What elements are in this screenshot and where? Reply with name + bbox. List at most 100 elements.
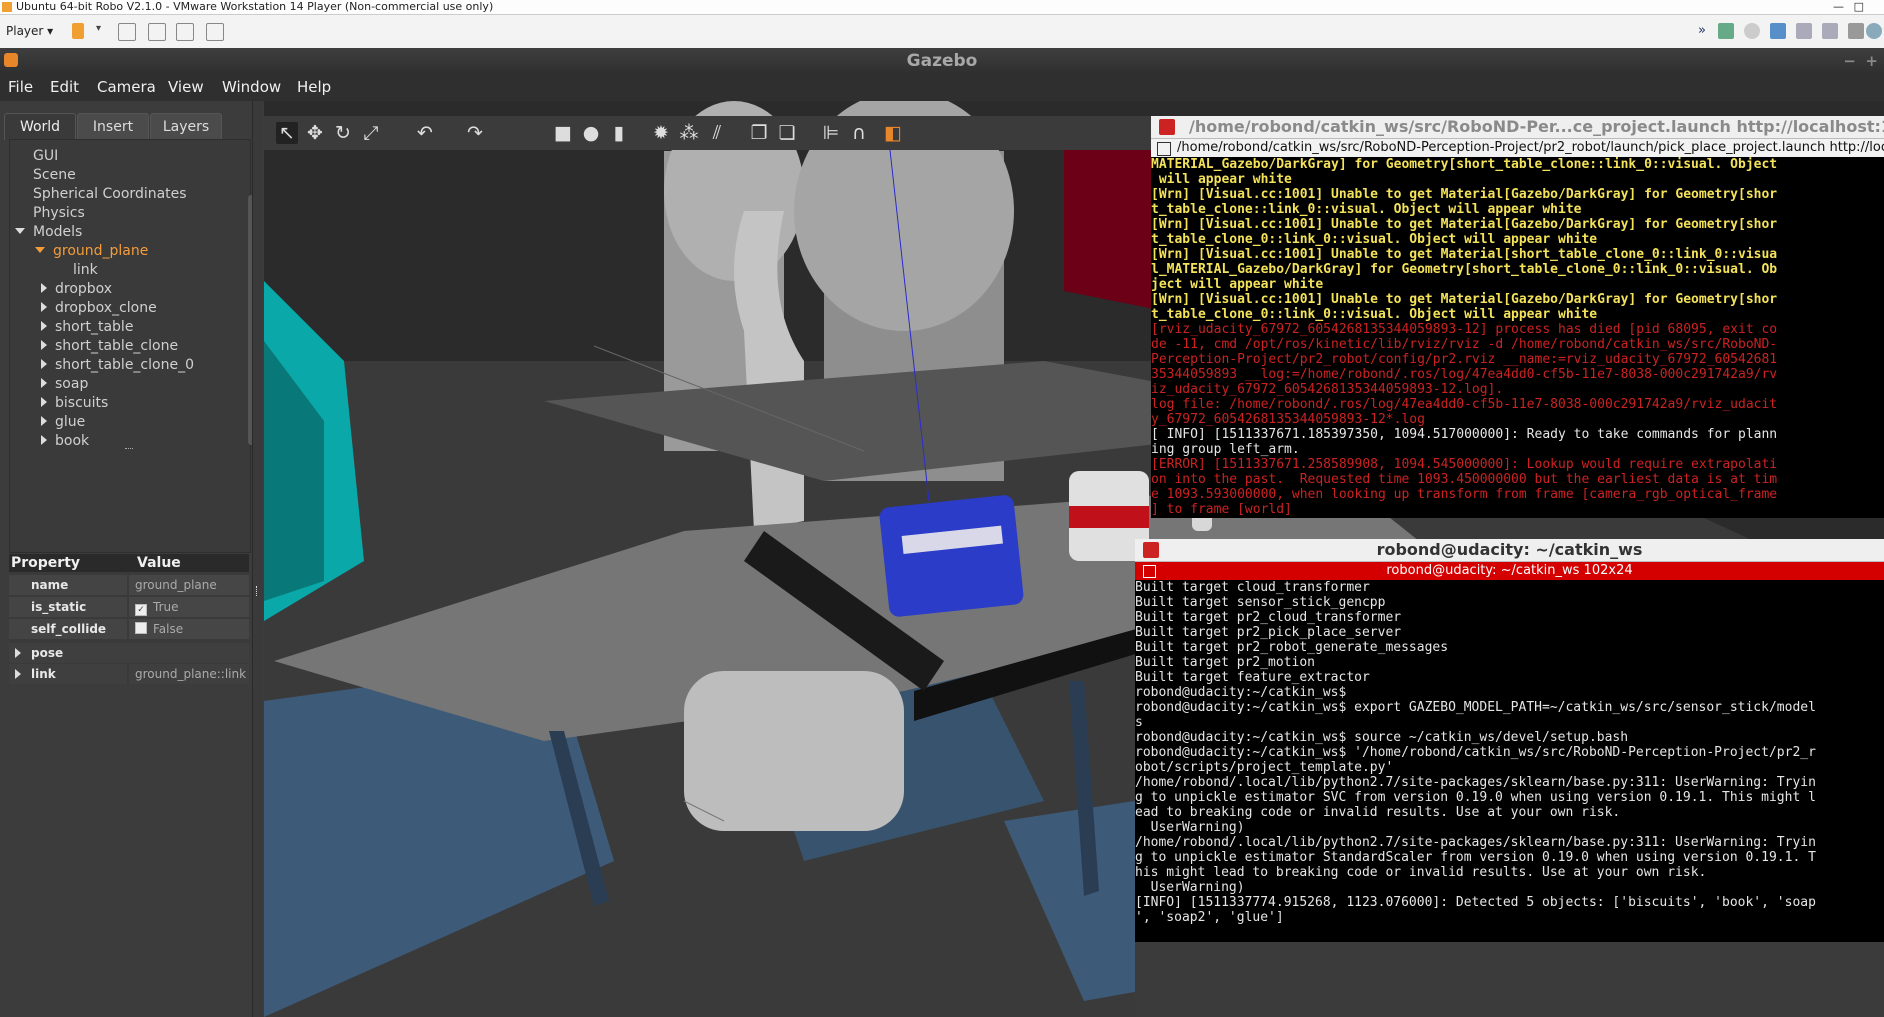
snap-icon[interactable]: ∩ — [848, 122, 870, 144]
collapse-arrow-icon[interactable] — [41, 340, 47, 350]
menu-help[interactable]: Help — [297, 78, 331, 96]
tree-item-scene[interactable]: Scene — [33, 167, 76, 183]
tree-item-short-table-clone[interactable]: short_table_clone — [41, 338, 178, 354]
tree-item-models[interactable]: Models — [15, 224, 82, 240]
menu-camera[interactable]: Camera — [97, 78, 156, 96]
tree-item-physics[interactable]: Physics — [33, 205, 85, 221]
collapse-arrow-icon[interactable] — [41, 321, 47, 331]
prop-link-label[interactable]: link — [9, 664, 127, 684]
menu-file[interactable]: File — [8, 78, 33, 96]
usb-icon[interactable] — [1770, 23, 1786, 39]
minimize-icon[interactable]: — — [1833, 0, 1844, 14]
prop-is-static-value[interactable]: ✓ True — [129, 597, 249, 617]
tree-item-gui[interactable]: GUI — [33, 148, 58, 164]
terminal1-tab[interactable]: /home/robond/catkin_ws/src/RoboND-Percep… — [1177, 139, 1884, 157]
removable-devices-icon[interactable] — [148, 23, 166, 41]
expand-arrow-icon[interactable] — [35, 247, 45, 253]
terminal2-title-bar: robond@udacity: ~/catkin_ws — [1135, 539, 1884, 562]
player-menu-button[interactable]: Player ▾ — [6, 22, 53, 40]
model-label: short_table — [55, 319, 134, 335]
expand-arrow-icon[interactable] — [15, 228, 25, 234]
gazebo-menubar: File Edit Camera View Window Help — [0, 74, 1884, 101]
select-mode-icon[interactable]: ↖ — [276, 122, 298, 144]
panel-splitter[interactable] — [252, 101, 263, 1017]
paste-icon[interactable]: ❏ — [776, 122, 798, 144]
copy-icon[interactable]: ❐ — [748, 122, 770, 144]
collapse-arrow-icon[interactable] — [41, 359, 47, 369]
tree-item-short-table[interactable]: short_table — [41, 319, 133, 335]
network-icon[interactable] — [1718, 23, 1734, 39]
tree-item-biscuits[interactable]: biscuits — [41, 395, 108, 411]
point-light-icon[interactable]: ✹ — [650, 122, 672, 144]
collapse-arrow-icon[interactable] — [41, 435, 47, 445]
unity-icon[interactable] — [206, 23, 224, 41]
help-icon[interactable] — [1866, 23, 1882, 39]
fullscreen-icon[interactable] — [176, 23, 194, 41]
tab-insert[interactable]: Insert — [77, 113, 149, 140]
scale-mode-icon[interactable]: ⤢ — [360, 122, 382, 144]
menu-edit[interactable]: Edit — [50, 78, 79, 96]
tree-item-book[interactable]: book — [41, 433, 89, 449]
tree-item-dropbox-clone[interactable]: dropbox_clone — [41, 300, 157, 316]
tree-item-spherical-coordinates[interactable]: Spherical Coordinates — [33, 186, 187, 202]
terminal2-tab[interactable]: robond@udacity: ~/catkin_ws 102x24 — [1386, 563, 1632, 578]
maximize-icon[interactable]: □ — [1854, 0, 1864, 14]
send-keys-icon[interactable] — [118, 23, 136, 41]
redo-icon[interactable]: ↷ — [464, 122, 486, 144]
vmware-title: Ubuntu 64-bit Robo V2.1.0 - VMware Works… — [16, 0, 494, 13]
tree-item-soap[interactable]: soap — [41, 376, 88, 392]
tab-layers[interactable]: Layers — [150, 113, 222, 140]
tree-item-short-table-clone-0[interactable]: short_table_clone_0 — [41, 357, 194, 373]
printer-icon[interactable] — [1822, 23, 1838, 39]
sound-icon[interactable] — [1796, 23, 1812, 39]
expand-icon[interactable]: » — [1698, 23, 1714, 39]
window-minimize-icon[interactable]: − — [1843, 48, 1856, 74]
collapse-arrow-icon[interactable] — [41, 283, 47, 293]
prop-row-link[interactable]: link ground_plane::link — [9, 664, 249, 684]
collapse-arrow-icon[interactable] — [41, 302, 47, 312]
translate-mode-icon[interactable]: ✥ — [304, 122, 326, 144]
cylinder-shape-icon[interactable]: ▮ — [608, 122, 630, 144]
spot-light-icon[interactable]: ⁂ — [678, 122, 700, 144]
tree-item-dropbox[interactable]: dropbox — [41, 281, 112, 297]
settings-icon[interactable] — [1848, 23, 1864, 39]
sphere-shape-icon[interactable]: ● — [580, 122, 602, 144]
box-shape-icon[interactable]: ■ — [552, 122, 574, 144]
checkbox-checked-icon[interactable]: ✓ — [135, 604, 147, 616]
collapse-arrow-icon[interactable] — [41, 378, 47, 388]
splitter-handle[interactable] — [125, 448, 133, 452]
tree-item-glue[interactable]: glue — [41, 414, 85, 430]
align-icon[interactable]: ⊫ — [820, 122, 842, 144]
menu-window[interactable]: Window — [222, 78, 281, 96]
undo-icon[interactable]: ↶ — [414, 122, 436, 144]
menu-view[interactable]: View — [168, 78, 204, 96]
window-maximize-icon[interactable]: + — [1865, 48, 1878, 74]
checkbox-unchecked-icon[interactable] — [135, 622, 147, 634]
change-view-icon[interactable]: ◧ — [882, 122, 904, 144]
terminal1-output[interactable]: MATERIAL_Gazebo/DarkGray] for Geometry[s… — [1151, 157, 1884, 518]
cd-icon[interactable] — [1744, 23, 1760, 39]
tree-item-ground-plane[interactable]: ground_plane — [35, 243, 148, 259]
collapse-arrow-icon[interactable] — [41, 416, 47, 426]
collapse-arrow-icon[interactable] — [41, 397, 47, 407]
pause-icon[interactable] — [72, 23, 84, 39]
vmware-toolbar: Player ▾ ▾ » — [0, 15, 1884, 49]
dropdown-icon[interactable]: ▾ — [96, 23, 112, 39]
terminal-tab-icon — [1157, 142, 1171, 156]
prop-pose-label[interactable]: pose — [9, 643, 249, 663]
directional-light-icon[interactable]: ⫽ — [706, 122, 728, 144]
rotate-mode-icon[interactable]: ↻ — [332, 122, 354, 144]
expand-arrow-icon[interactable] — [15, 669, 21, 679]
splitter-grip-icon[interactable] — [256, 586, 259, 596]
gazebo-window-title: Gazebo — [906, 51, 978, 71]
tab-world[interactable]: World — [4, 113, 76, 140]
model-label: book — [55, 433, 90, 449]
prop-name-value[interactable]: ground_plane — [129, 575, 249, 595]
prop-row-pose[interactable]: pose — [9, 643, 249, 663]
tree-item-link[interactable]: link — [73, 262, 98, 278]
prop-self-collide-value[interactable]: False — [129, 619, 249, 639]
terminal-line: ead to breaking code or invalid results.… — [1135, 805, 1621, 820]
expand-arrow-icon[interactable] — [15, 648, 21, 658]
terminal-icon — [1159, 119, 1175, 135]
terminal2-output[interactable]: Built target cloud_transformer Built targ… — [1135, 580, 1884, 942]
